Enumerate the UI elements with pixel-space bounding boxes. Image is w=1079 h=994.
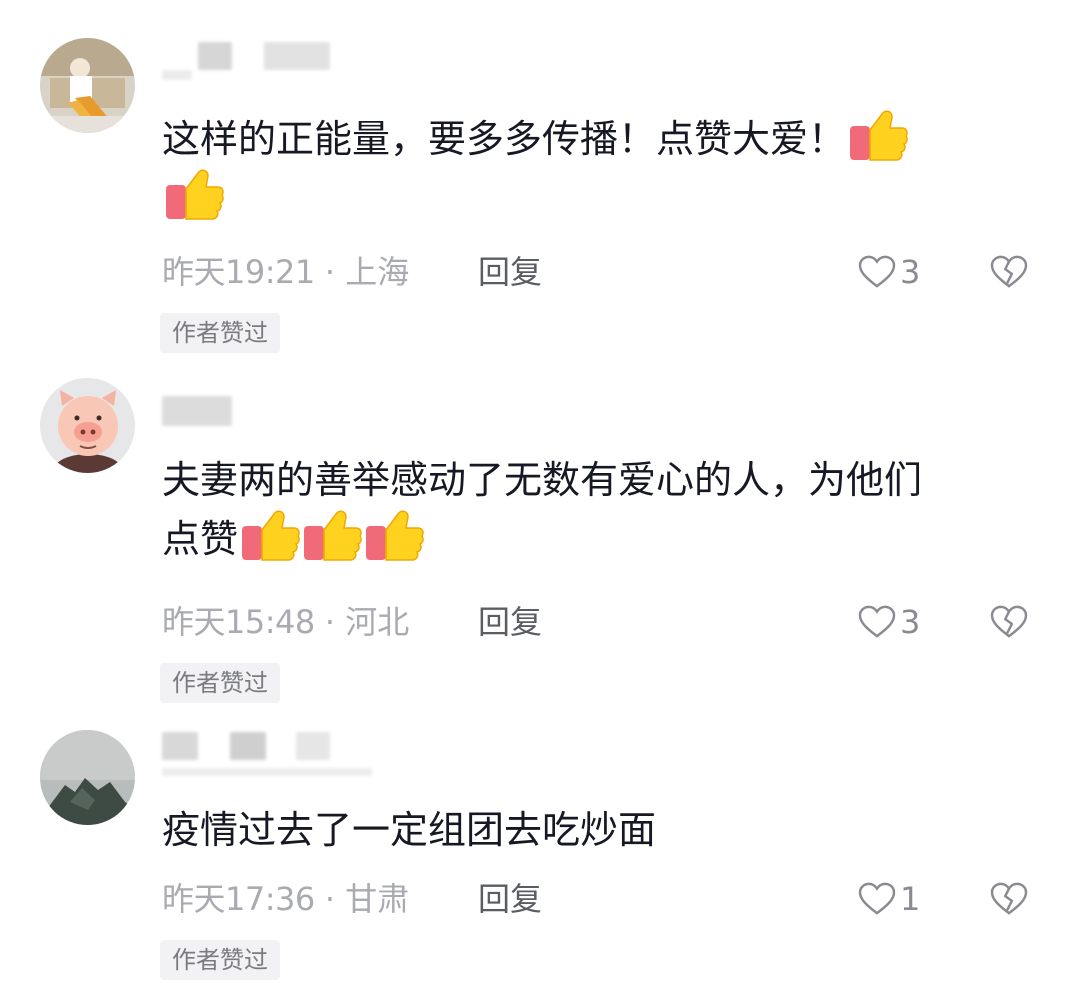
like-button[interactable]: 3 bbox=[858, 250, 920, 294]
like-button[interactable]: 3 bbox=[858, 600, 920, 644]
heart-outline-icon bbox=[858, 255, 896, 289]
reply-button[interactable]: 回复 bbox=[478, 600, 542, 644]
comment-meta: 昨天19:21 · 上海 bbox=[162, 250, 409, 294]
author-liked-badge: 作者赞过 bbox=[160, 313, 280, 353]
timestamp: 昨天17:36 bbox=[162, 880, 315, 918]
author-liked-badge: 作者赞过 bbox=[160, 663, 280, 703]
avatar[interactable] bbox=[40, 730, 135, 825]
author-liked-badge: 作者赞过 bbox=[160, 940, 280, 980]
like-button[interactable]: 1 bbox=[858, 877, 920, 921]
thumbs-up-emoji bbox=[164, 167, 224, 221]
username-blurred[interactable] bbox=[162, 388, 362, 448]
comment-text-line-1: 夫妻两的善举感动了无数有爱心的人，为他们 bbox=[162, 458, 923, 502]
dislike-button[interactable] bbox=[990, 600, 1030, 644]
separator: · bbox=[324, 253, 336, 291]
comment-text-content: 疫情过去了一定组团去吃炒面 bbox=[162, 808, 657, 852]
reply-button[interactable]: 回复 bbox=[478, 877, 542, 921]
comment-text: 疫情过去了一定组团去吃炒面 bbox=[162, 802, 1042, 858]
username-blurred[interactable] bbox=[162, 38, 362, 98]
avatar[interactable] bbox=[40, 38, 135, 133]
thumbs-up-emoji bbox=[240, 508, 300, 562]
broken-heart-icon bbox=[990, 605, 1028, 639]
comment-text: 夫妻两的善举感动了无数有爱心的人，为他们 点赞 bbox=[162, 452, 1042, 567]
comment-text: 这样的正能量，要多多传播！点赞大爱！ bbox=[162, 108, 1042, 226]
heart-outline-icon bbox=[858, 882, 896, 916]
heart-outline-icon bbox=[858, 605, 896, 639]
comment-text-line-2: 点赞 bbox=[162, 517, 239, 561]
separator: · bbox=[324, 880, 336, 918]
thumbs-up-emoji bbox=[848, 108, 908, 162]
thumbs-up-emoji bbox=[364, 508, 424, 562]
location: 上海 bbox=[345, 253, 410, 291]
comment-meta: 昨天17:36 · 甘肃 bbox=[162, 877, 409, 921]
broken-heart-icon bbox=[990, 255, 1028, 289]
separator: · bbox=[324, 603, 336, 641]
thumbs-up-emoji bbox=[302, 508, 362, 562]
comment-text-content: 这样的正能量，要多多传播！点赞大爱！ bbox=[162, 117, 847, 161]
timestamp: 昨天19:21 bbox=[162, 253, 315, 291]
comment-meta: 昨天15:48 · 河北 bbox=[162, 600, 409, 644]
avatar[interactable] bbox=[40, 378, 135, 473]
dislike-button[interactable] bbox=[990, 250, 1030, 294]
like-count: 3 bbox=[900, 253, 921, 291]
like-count: 1 bbox=[900, 880, 921, 918]
reply-button[interactable]: 回复 bbox=[478, 250, 542, 294]
location: 河北 bbox=[345, 603, 410, 641]
dislike-button[interactable] bbox=[990, 877, 1030, 921]
username-blurred[interactable] bbox=[162, 728, 372, 788]
broken-heart-icon bbox=[990, 882, 1028, 916]
timestamp: 昨天15:48 bbox=[162, 603, 315, 641]
location: 甘肃 bbox=[345, 880, 410, 918]
like-count: 3 bbox=[900, 603, 921, 641]
